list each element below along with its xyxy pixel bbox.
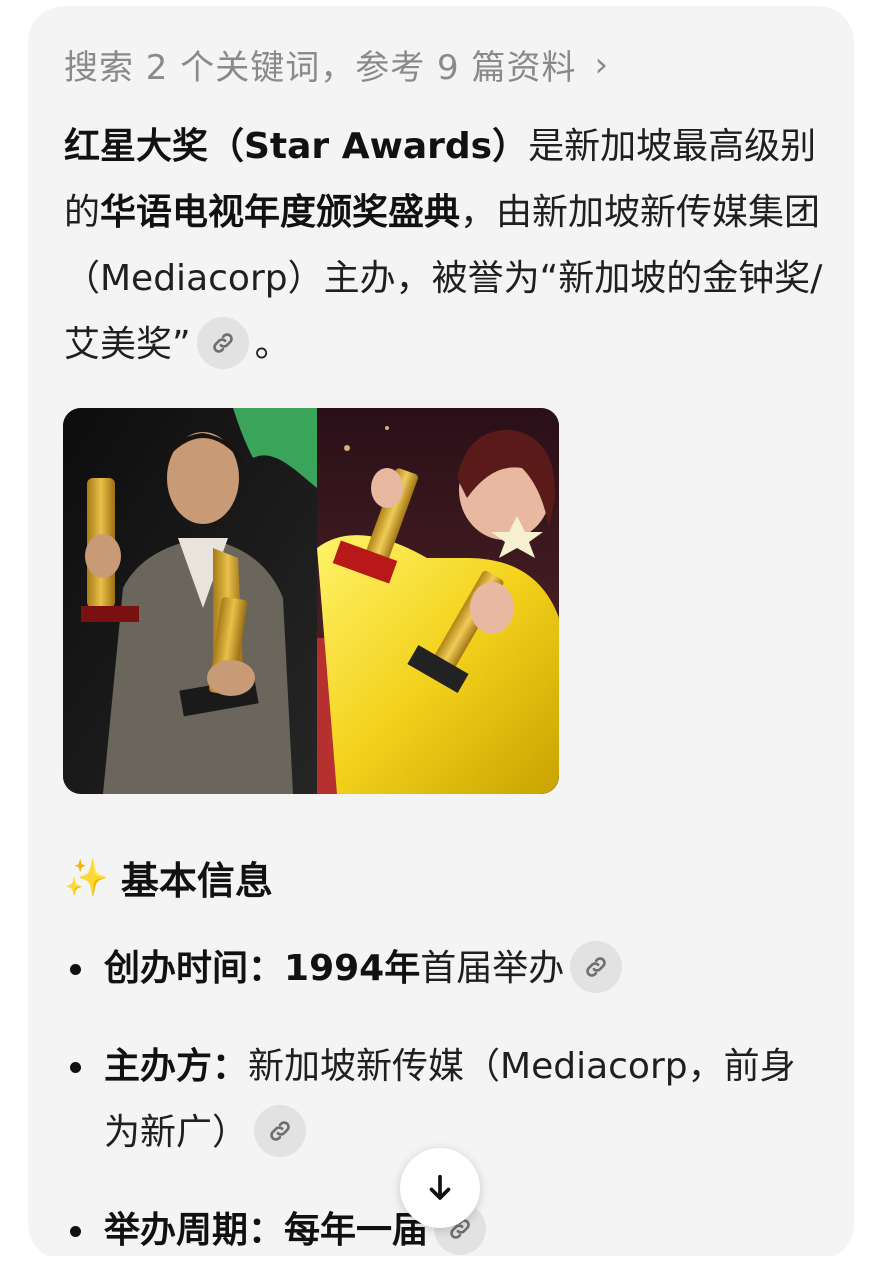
list-item-organizer: 主办方：新加坡新传媒（Mediacorp，前身为新广） — [64, 1034, 824, 1166]
intro-paragraph: 红星大奖（Star Awards）是新加坡最高级别的华语电视年度颁奖盛典，由新加… — [64, 114, 824, 378]
award-photo[interactable] — [63, 408, 559, 794]
intro-bold-term: 红星大奖（Star Awards） — [64, 126, 529, 167]
bullet-value-bold: 每年一届 — [284, 1210, 429, 1251]
bullet-label: 举办周期： — [104, 1210, 285, 1251]
photo-right-winner — [317, 408, 559, 794]
answer-card: 搜索 2 个关键词，参考 9 篇资料 › 红星大奖（Star Awards）是新… — [28, 6, 854, 1260]
arrow-down-icon — [429, 1174, 451, 1200]
link-icon[interactable] — [570, 941, 623, 993]
section-title-text: 基本信息 — [120, 859, 273, 903]
bullet-label: 创办时间： — [104, 948, 285, 989]
bullet-value: 首届举办 — [420, 948, 565, 989]
section-heading: ✨ 基本信息 — [64, 850, 273, 905]
intro-bold-phrase: 华语电视年度颁奖盛典 — [100, 192, 461, 233]
list-item-founded: 创办时间：1994年首届举办 — [64, 936, 824, 1002]
link-icon[interactable] — [196, 317, 249, 369]
scroll-down-button[interactable] — [400, 1148, 480, 1228]
bottom-edge — [0, 1256, 882, 1280]
search-summary-text: 搜索 2 个关键词，参考 9 篇资料 — [64, 48, 577, 88]
bullet-label: 主办方： — [104, 1046, 249, 1087]
photo-left-winner — [63, 408, 317, 794]
search-summary[interactable]: 搜索 2 个关键词，参考 9 篇资料 › — [64, 40, 609, 89]
bullet-value-bold: 1994年 — [284, 948, 421, 989]
sparkle-icon: ✨ — [64, 857, 109, 899]
intro-end: 。 — [254, 324, 291, 365]
link-icon[interactable] — [254, 1105, 307, 1157]
chevron-right-icon: › — [594, 44, 610, 85]
